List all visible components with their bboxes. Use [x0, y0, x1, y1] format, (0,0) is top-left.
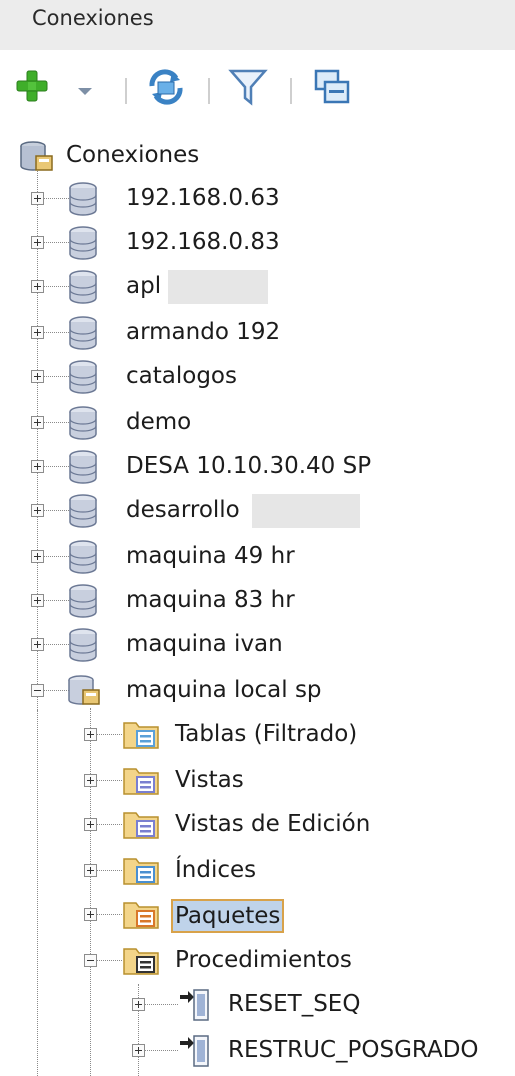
expand-toggle[interactable] — [31, 460, 44, 473]
connection-item[interactable]: demo — [0, 404, 515, 444]
connection-item[interactable]: catalogos — [0, 358, 515, 398]
expand-toggle[interactable] — [31, 594, 44, 607]
tree-node-label: 192.168.0.83 — [126, 229, 280, 255]
tree-node-label: desarrollo — [126, 497, 240, 523]
toolbar-separator — [208, 78, 210, 104]
tree-node-label: 192.168.0.63 — [126, 185, 280, 211]
database-icon — [66, 225, 100, 265]
connection-item[interactable]: armando 192 — [0, 314, 515, 354]
schema-folder-item[interactable]: Vistas de Edición — [0, 806, 515, 846]
toolbar-separator — [290, 78, 292, 104]
schema-folder-item[interactable]: Índices — [0, 852, 515, 892]
expand-toggle[interactable] — [84, 864, 97, 877]
panel-header: Conexiones — [0, 0, 515, 50]
connection-item[interactable]: 192.168.0.83 — [0, 224, 515, 264]
expand-toggle[interactable] — [31, 370, 44, 383]
connection-item[interactable]: maquina 49 hr — [0, 538, 515, 578]
tree-node-label: RESET_SEQ — [228, 991, 361, 1017]
database-icon — [66, 493, 100, 533]
expand-toggle[interactable] — [31, 638, 44, 651]
connection-open-icon — [66, 673, 102, 713]
procedure-item[interactable]: RESTRUC_POSGRADO — [0, 1032, 515, 1072]
tree-node-label: Vistas de Edición — [175, 811, 371, 837]
procedure-icon — [178, 987, 212, 1027]
database-icon — [66, 405, 100, 445]
expand-toggle[interactable] — [31, 192, 44, 205]
tree-node-label: Paquetes — [171, 899, 285, 933]
schema-folder-item[interactable]: Vistas — [0, 762, 515, 802]
schema-folder-item[interactable]: Procedimientos — [0, 942, 515, 982]
procedure-item[interactable]: RESET_SEQ — [0, 986, 515, 1026]
connection-item[interactable]: DESA 10.10.30.40 SP — [0, 448, 515, 488]
connection-item[interactable]: desarrollo — [0, 492, 515, 532]
expand-toggle[interactable] — [132, 1044, 145, 1057]
collapse-toggle[interactable] — [84, 954, 97, 967]
database-icon — [66, 359, 100, 399]
tables-folder-icon — [122, 717, 162, 755]
connection-item[interactable]: 192.168.0.63 — [0, 180, 515, 220]
toolbar-separator — [125, 78, 127, 104]
database-icon — [66, 627, 100, 667]
tree-node-label: maquina ivan — [126, 631, 283, 657]
database-icon — [66, 583, 100, 623]
expand-toggle[interactable] — [31, 280, 44, 293]
expand-toggle[interactable] — [84, 728, 97, 741]
expand-toggle[interactable] — [31, 236, 44, 249]
expand-toggle[interactable] — [31, 326, 44, 339]
tree-node-label: armando 192 — [126, 319, 281, 345]
edition-views-folder-icon — [122, 807, 162, 845]
connections-tree: Conexiones 192.168.0.63 192.168.0.83 apl ar… — [0, 118, 515, 1076]
refresh-icon[interactable] — [146, 68, 186, 110]
tree-node-label: catalogos — [126, 363, 237, 389]
connections-root-icon — [18, 140, 56, 178]
schema-folder-item[interactable]: Paquetes — [0, 896, 515, 936]
collapse-icon[interactable] — [313, 68, 351, 110]
connection-item[interactable]: maquina local sp — [0, 672, 515, 712]
procedures-folder-icon — [122, 943, 162, 981]
tree-node-label: Vistas — [175, 767, 244, 793]
database-icon — [66, 269, 100, 309]
tree-node-label: demo — [126, 409, 192, 435]
expand-toggle[interactable] — [84, 818, 97, 831]
expand-toggle[interactable] — [31, 550, 44, 563]
tree-node-label: maquina local sp — [126, 677, 322, 703]
plus-icon[interactable] — [14, 68, 50, 108]
tree-root-label: Conexiones — [66, 142, 200, 168]
chevron-down-icon[interactable] — [77, 82, 93, 101]
expand-toggle[interactable] — [84, 774, 97, 787]
expand-toggle[interactable] — [31, 504, 44, 517]
redacted-block — [168, 270, 268, 304]
tree-node-label: maquina 83 hr — [126, 587, 295, 613]
filter-icon[interactable] — [228, 68, 268, 110]
database-icon — [66, 539, 100, 579]
tree-root-conexiones[interactable]: Conexiones — [0, 136, 515, 176]
database-icon — [66, 449, 100, 489]
tree-node-label: DESA 10.10.30.40 SP — [126, 453, 372, 479]
tree-node-label: apl — [126, 273, 162, 299]
database-icon — [66, 315, 100, 355]
expand-toggle[interactable] — [132, 998, 145, 1011]
redacted-block — [252, 494, 360, 528]
indexes-folder-icon — [122, 853, 162, 891]
schema-folder-item[interactable]: Tablas (Filtrado) — [0, 716, 515, 756]
tree-node-label: Procedimientos — [175, 947, 352, 973]
collapse-toggle[interactable] — [31, 684, 44, 697]
connection-item[interactable]: maquina ivan — [0, 626, 515, 666]
connection-item[interactable]: maquina 83 hr — [0, 582, 515, 622]
tree-node-label: Tablas (Filtrado) — [175, 721, 358, 747]
connection-item[interactable]: apl — [0, 268, 515, 308]
database-icon — [66, 181, 100, 221]
packages-folder-icon — [122, 897, 162, 935]
panel-title: Conexiones — [32, 6, 154, 30]
tree-node-label: RESTRUC_POSGRADO — [228, 1037, 479, 1063]
views-folder-icon — [122, 763, 162, 801]
toolbar — [0, 52, 515, 110]
expand-toggle[interactable] — [84, 908, 97, 921]
tree-node-label: maquina 49 hr — [126, 543, 295, 569]
tree-node-label: Índices — [175, 857, 257, 883]
procedure-icon — [178, 1033, 212, 1073]
expand-toggle[interactable] — [31, 416, 44, 429]
